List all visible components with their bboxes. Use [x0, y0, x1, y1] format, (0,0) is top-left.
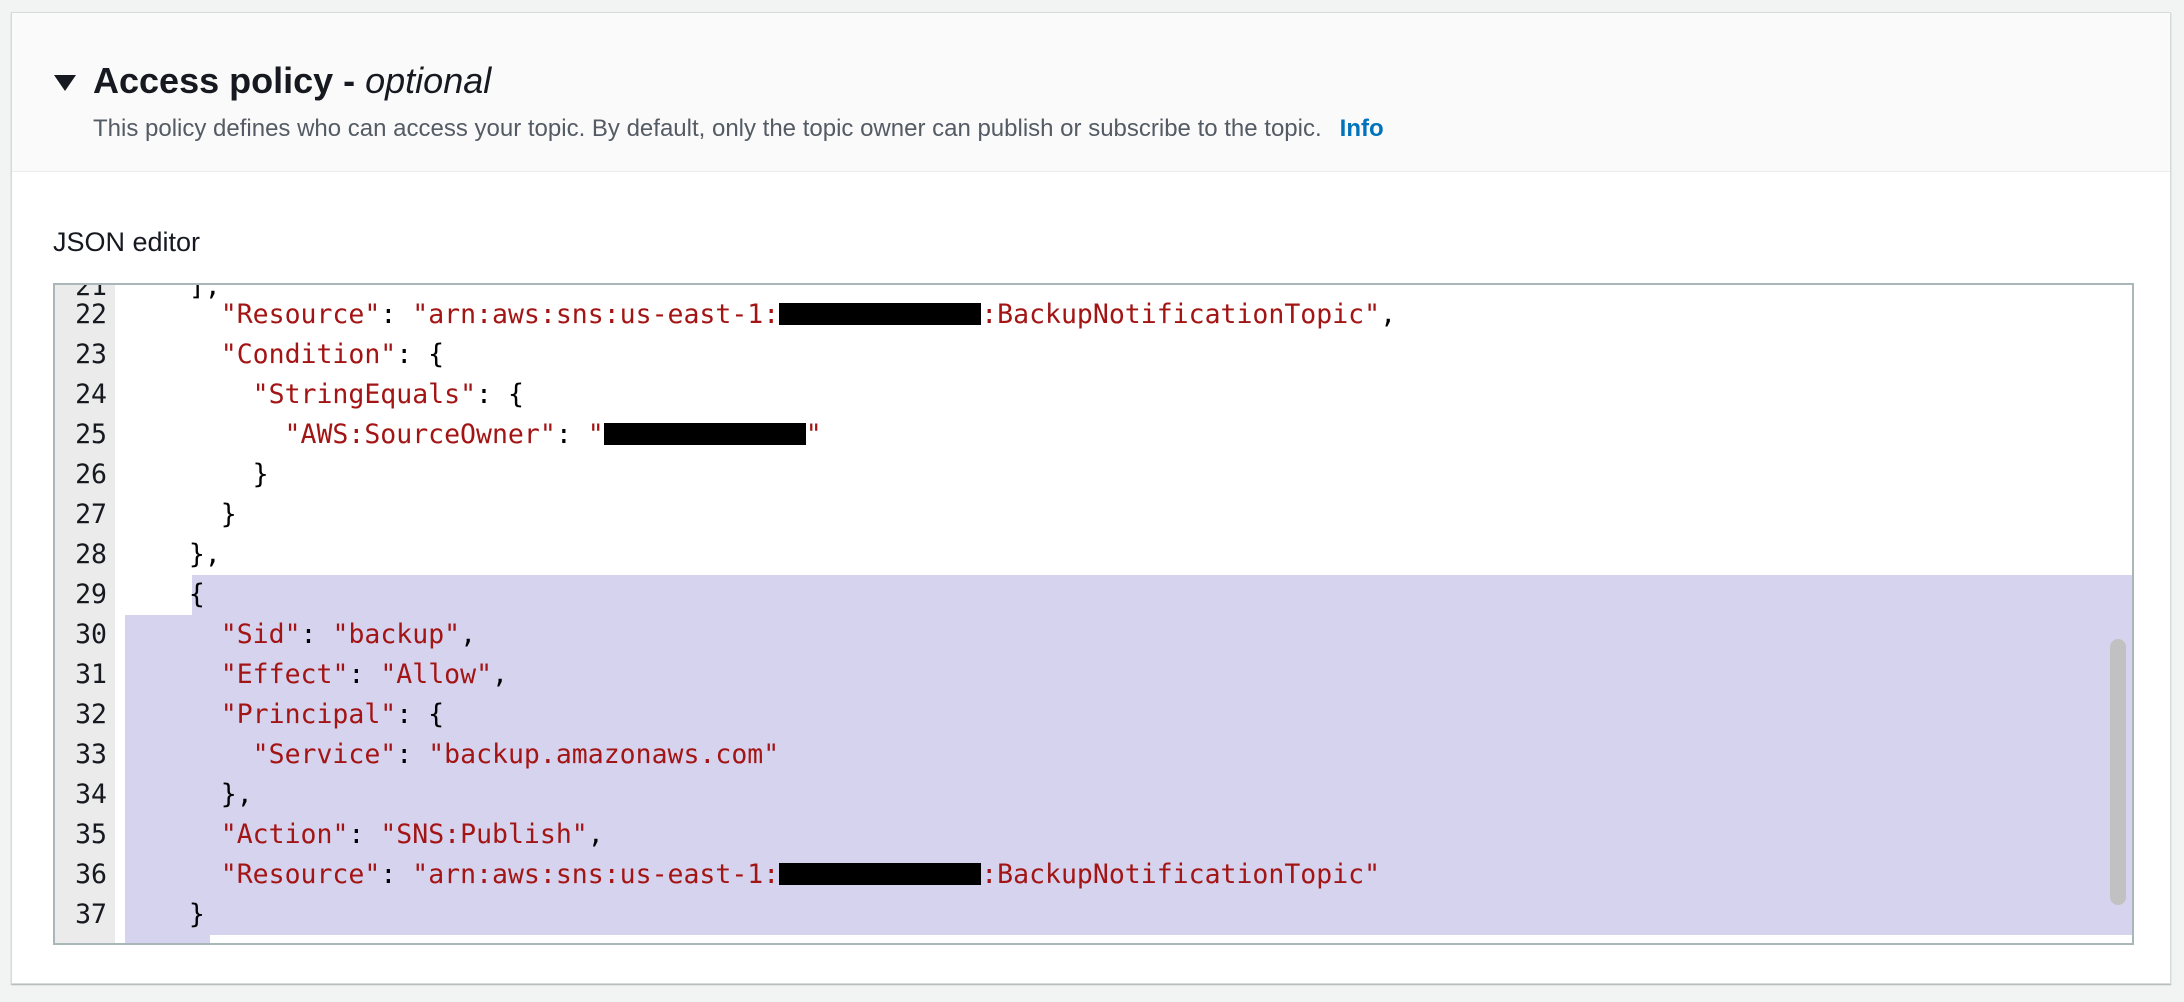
line-number: 31: [75, 659, 107, 690]
scrollbar-thumb[interactable]: [2110, 639, 2126, 905]
code-line: "Principal": {: [220, 699, 445, 730]
access-policy-panel: Access policy - optional This policy def…: [11, 12, 2171, 984]
code-line: "Condition": {: [220, 339, 445, 370]
line-number: 22: [75, 299, 107, 330]
section-title[interactable]: Access policy - optional: [93, 59, 491, 102]
code-line: "Service": "backup.amazonaws.com": [252, 739, 780, 770]
line-number: 30: [75, 619, 107, 650]
line-number: 25: [75, 419, 107, 450]
redacted-account-id: [603, 422, 806, 445]
code-line: }: [252, 459, 269, 490]
json-editor[interactable]: 21 22 23 24 25 26 27 28 29 30 31 32 33 3…: [53, 283, 2134, 945]
caret-down-icon[interactable]: [54, 75, 76, 91]
code-line: {: [188, 579, 205, 610]
code-line: "Action": "SNS:Publish",: [220, 819, 604, 850]
line-number: 29: [75, 579, 107, 610]
line-number: 28: [75, 539, 107, 570]
code-line: }: [188, 899, 205, 930]
code-line: },: [188, 539, 221, 570]
line-number: 23: [75, 339, 107, 370]
line-number-gutter: 21 22 23 24 25 26 27 28 29 30 31 32 33 3…: [55, 285, 115, 943]
line-number: 26: [75, 459, 107, 490]
selection-highlight: [192, 575, 2132, 615]
redacted-account-id: [779, 302, 982, 325]
line-number: 35: [75, 819, 107, 850]
json-editor-label: JSON editor: [53, 227, 201, 257]
code-line: "StringEquals": {: [252, 379, 524, 410]
optional-label: optional: [365, 60, 492, 101]
line-number: 27: [75, 499, 107, 530]
info-link[interactable]: Info: [1340, 115, 1384, 142]
redacted-account-id: [779, 862, 982, 885]
section-description: This policy defines who can access your …: [93, 115, 1384, 142]
selection-highlight: [125, 935, 210, 943]
line-number: 34: [75, 779, 107, 810]
code-line: }: [220, 499, 237, 530]
code-line: "Sid": "backup",: [220, 619, 477, 650]
code-line: },: [220, 779, 253, 810]
code-line: "Resource": "arn:aws:sns:us-east-1::Back…: [220, 859, 1381, 890]
line-number: 37: [75, 899, 107, 930]
line-number: 36: [75, 859, 107, 890]
code-line: "Effect": "Allow",: [220, 659, 509, 690]
code-line: "AWS:SourceOwner": " ": [284, 419, 822, 450]
panel-header: Access policy - optional This policy def…: [12, 13, 2170, 172]
line-number: 24: [75, 379, 107, 410]
code-line: "Resource": "arn:aws:sns:us-east-1::Back…: [220, 299, 1397, 330]
line-number: 32: [75, 699, 107, 730]
line-number: 33: [75, 739, 107, 770]
